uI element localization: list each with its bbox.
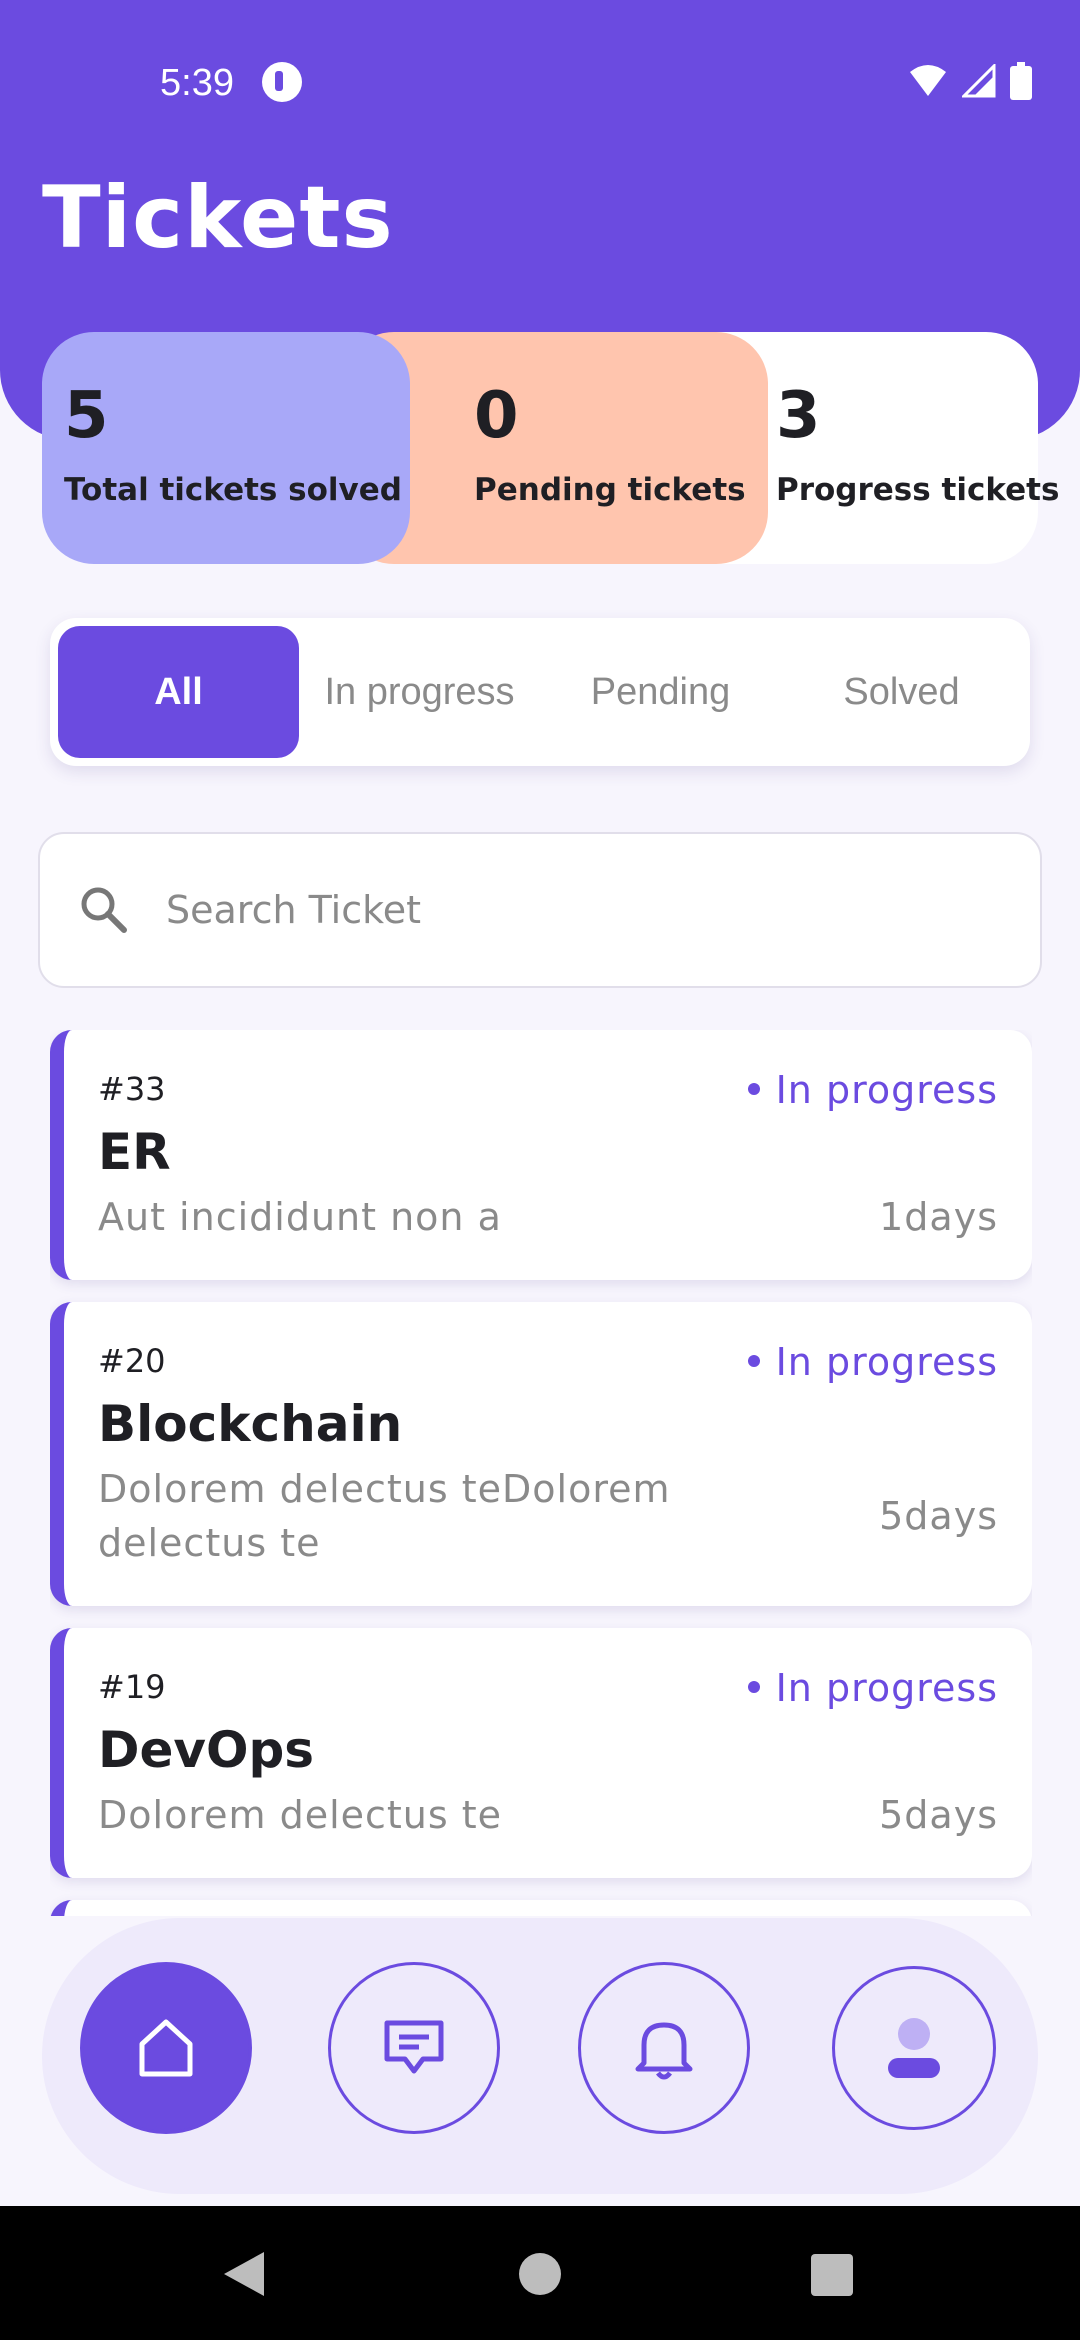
ticket-description: Dolorem delectus teDolorem delectus te (98, 1467, 671, 1565)
tab-solved[interactable]: Solved (781, 626, 1022, 758)
ticket-title: ER (98, 1123, 171, 1181)
stat-label: Pending tickets (474, 472, 746, 508)
stat-label: Progress tickets (776, 472, 1060, 508)
ticket-status: In progress (747, 1340, 998, 1384)
ticket-card[interactable]: #33 In progress ER Aut incididunt non a … (50, 1030, 1032, 1280)
nav-messages-button[interactable] (328, 1962, 500, 2134)
status-dot-icon (747, 1082, 760, 1095)
wifi-icon (910, 65, 946, 96)
stat-card-solved[interactable]: 5 Total tickets solved (42, 332, 410, 564)
status-time: 5:39 (160, 62, 234, 104)
bell-icon (635, 2022, 693, 2080)
ticket-title: Blockchain (98, 1395, 403, 1453)
ticket-age: 5days (879, 1494, 998, 1538)
ticket-status: In progress (747, 1666, 998, 1710)
tab-in-progress[interactable]: In progress (299, 626, 540, 758)
tab-pending[interactable]: Pending (540, 626, 781, 758)
recents-icon[interactable] (811, 2254, 853, 2296)
filter-tabs: All In progress Pending Solved (50, 618, 1030, 766)
ticket-card[interactable]: #19 In progress DevOps Dolorem delectus … (50, 1628, 1032, 1878)
tab-all[interactable]: All (58, 626, 299, 758)
stats-row: 3 Progress tickets 0 Pending tickets 5 T… (42, 332, 1060, 564)
stat-value: 0 (474, 379, 519, 453)
stat-value: 3 (776, 379, 821, 453)
status-dot-icon (747, 1354, 760, 1367)
nav-home-button[interactable] (80, 1962, 252, 2134)
home-icon (139, 2019, 193, 2077)
system-navigation-bar (0, 2206, 1080, 2340)
ticket-status: In progress (747, 1068, 998, 1112)
search-icon (81, 887, 127, 933)
stat-value: 5 (64, 379, 109, 453)
bottom-navigation (42, 1918, 1038, 2194)
app-notification-icon (262, 62, 302, 102)
ticket-status-label: In progress (775, 1340, 998, 1384)
ticket-list[interactable]: #33 In progress ER Aut incididunt non a … (50, 1030, 1032, 1916)
ticket-description: Aut incididunt non a (98, 1195, 502, 1239)
status-bar: 5:39 (0, 0, 1080, 160)
nav-notifications-button[interactable] (578, 1962, 750, 2134)
search-bar[interactable] (38, 832, 1042, 988)
ticket-title: DevOps (98, 1721, 315, 1779)
ticket-card[interactable]: #20 In progress Blockchain Dolorem delec… (50, 1302, 1032, 1606)
nav-profile-button[interactable] (832, 1966, 996, 2130)
ticket-age: 1days (879, 1195, 998, 1239)
profile-icon (888, 2018, 940, 2078)
stat-label: Total tickets solved (64, 472, 402, 508)
search-input[interactable] (166, 888, 966, 932)
cellular-signal-icon (962, 64, 996, 98)
page-title: Tickets (42, 168, 394, 268)
ticket-status-label: In progress (775, 1666, 998, 1710)
ticket-description: Dolorem delectus te (98, 1793, 503, 1837)
status-dot-icon (747, 1680, 760, 1693)
ticket-status-label: In progress (775, 1068, 998, 1112)
chat-icon (384, 2020, 444, 2074)
battery-icon (1010, 62, 1032, 100)
home-nav-icon[interactable] (518, 2252, 562, 2296)
ticket-age: 5days (879, 1793, 998, 1837)
status-icons (908, 62, 1032, 100)
back-icon[interactable] (222, 2250, 266, 2298)
ticket-card-partial[interactable] (50, 1900, 1032, 1916)
